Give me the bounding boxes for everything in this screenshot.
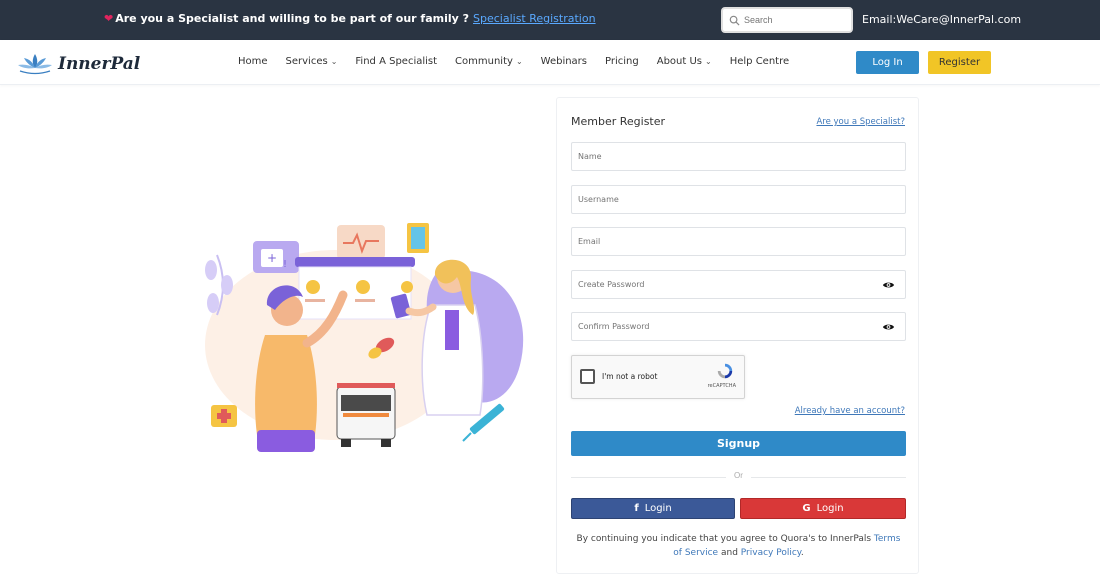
nav-item-webinars[interactable]: Webinars	[541, 56, 587, 67]
create-password-input[interactable]	[572, 271, 905, 298]
signup-button[interactable]: Signup	[571, 431, 906, 456]
search-icon	[729, 15, 740, 26]
specialist-registration-link[interactable]: Specialist Registration	[473, 12, 596, 25]
promo-text: Are you a Specialist and willing to be p…	[115, 12, 469, 25]
nav-label: Help Centre	[729, 56, 790, 67]
lotus-logo-icon	[18, 54, 52, 75]
nav-label: Find A Specialist	[355, 56, 438, 67]
chevron-down-icon: ⌄	[330, 57, 338, 66]
create-password-field[interactable]	[571, 270, 906, 299]
nav-item-community[interactable]: Community ⌄	[455, 56, 523, 67]
search-input[interactable]	[744, 15, 844, 25]
recaptcha-brand: reCAPTCHA	[707, 383, 736, 389]
email-input[interactable]	[572, 228, 905, 255]
search-box[interactable]	[721, 7, 853, 33]
eye-icon[interactable]	[882, 322, 895, 332]
name-field[interactable]	[571, 142, 906, 171]
brand-logo[interactable]: InnerPal	[16, 52, 140, 76]
nav-label: Pricing	[605, 56, 639, 67]
confirm-password-input[interactable]	[572, 313, 905, 340]
facebook-icon: f	[634, 503, 639, 514]
facebook-login-label: Login	[644, 503, 672, 514]
or-label: Or	[734, 471, 743, 480]
google-login-label: Login	[816, 503, 844, 514]
or-divider: Or	[571, 471, 906, 483]
nav-item-pricing[interactable]: Pricing	[605, 56, 639, 67]
nav-item-help-centre[interactable]: Help Centre	[730, 56, 789, 67]
login-button[interactable]: Log In	[856, 51, 919, 74]
heart-icon: ❤	[104, 12, 114, 25]
email-field[interactable]	[571, 227, 906, 256]
recaptcha-icon	[717, 363, 733, 379]
member-register-card: Member Register Are you a Specialist? I'…	[556, 97, 919, 574]
svg-text:+: +	[267, 251, 277, 265]
main-navbar: InnerPal Home Services ⌄ Find A Specialis…	[0, 40, 1100, 85]
nav-item-services[interactable]: Services ⌄	[286, 56, 338, 67]
nav-links: Home Services ⌄ Find A Specialist Communi…	[238, 56, 807, 67]
terms-notice: By continuing you indicate that you agre…	[571, 532, 906, 560]
nav-item-about-us[interactable]: About Us ⌄	[657, 56, 712, 67]
nav-label: Home	[238, 56, 268, 67]
recaptcha-label: I'm not a robot	[602, 372, 658, 381]
privacy-policy-link[interactable]: Privacy Policy	[741, 548, 801, 558]
top-announcement-bar: ❤ Are you a Specialist and willing to be…	[0, 0, 1100, 40]
brand-name: InnerPal	[58, 54, 141, 74]
nav-label: Services	[285, 56, 328, 67]
chevron-down-icon: ⌄	[515, 57, 523, 66]
nav-label: About Us	[656, 56, 703, 67]
nav-item-find-a-specialist[interactable]: Find A Specialist	[355, 56, 437, 67]
username-field[interactable]	[571, 185, 906, 214]
terms-and: and	[720, 548, 738, 558]
name-input[interactable]	[572, 143, 905, 170]
username-input[interactable]	[572, 186, 905, 213]
divider-line	[751, 477, 906, 478]
register-button[interactable]: Register	[928, 51, 991, 74]
form-title: Member Register	[571, 115, 666, 128]
are-you-specialist-link[interactable]: Are you a Specialist?	[816, 117, 905, 127]
facebook-login-button[interactable]: f Login	[571, 498, 735, 519]
google-login-button[interactable]: G Login	[740, 498, 906, 519]
chevron-down-icon: ⌄	[705, 57, 712, 66]
nav-label: Community	[455, 56, 513, 67]
nav-label: Webinars	[540, 56, 588, 67]
medical-illustration: + !	[205, 223, 524, 452]
terms-prefix: By continuing you indicate that you agre…	[576, 534, 872, 544]
recaptcha-checkbox[interactable]	[580, 369, 595, 384]
recaptcha-widget: I'm not a robot reCAPTCHA	[571, 355, 745, 399]
contact-email: Email:WeCare@InnerPal.com	[862, 13, 1022, 26]
already-have-account-link[interactable]: Already have an account?	[795, 406, 905, 416]
eye-icon[interactable]	[882, 280, 895, 290]
google-icon: G	[802, 503, 811, 514]
svg-text:!: !	[283, 259, 287, 270]
nav-item-home[interactable]: Home	[238, 56, 268, 67]
confirm-password-field[interactable]	[571, 312, 906, 341]
terms-suffix: .	[800, 548, 804, 558]
specialist-promo: ❤ Are you a Specialist and willing to be…	[104, 12, 596, 25]
